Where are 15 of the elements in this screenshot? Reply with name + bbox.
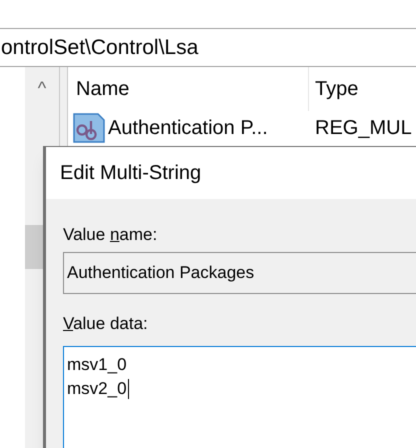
field-label: Value data: — [63, 314, 148, 333]
column-header[interactable]: Name — [68, 67, 309, 111]
string-value-icon — [73, 113, 105, 143]
value-name-field[interactable]: Authentication Packages — [63, 252, 416, 294]
text-line: msv2_0 — [67, 378, 127, 400]
text-caret — [128, 379, 129, 399]
value-data-field[interactable]: msv1_0 msv2_0 — [63, 346, 416, 448]
text-line: msv1_0 — [67, 354, 127, 376]
table-cell-text: REG_MUL — [314, 116, 412, 141]
column-header[interactable]: Type — [309, 74, 358, 104]
dialog-title: Edit Multi-String — [60, 161, 202, 186]
field-label: Value name: — [63, 226, 158, 243]
scroll-up-button[interactable]: ^ — [38, 79, 46, 97]
address-bar[interactable]: ontrolSet\Control\Lsa — [0, 28, 416, 67]
table-cell-text: Authentication P... — [108, 116, 268, 141]
